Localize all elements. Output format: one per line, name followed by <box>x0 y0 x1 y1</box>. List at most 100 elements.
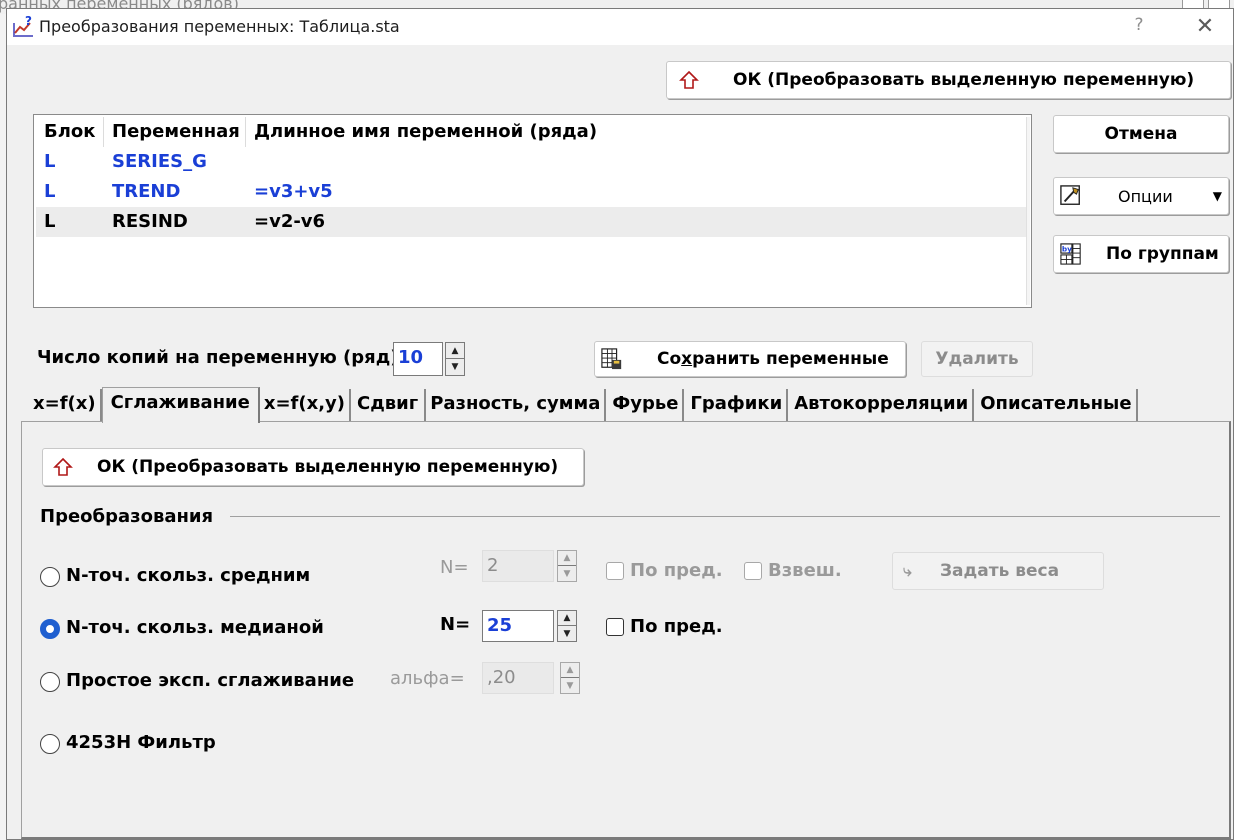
close-button[interactable]: ✕ <box>1191 13 1219 41</box>
by-group-label: По группам <box>1106 244 1219 264</box>
exp-smoothing-label[interactable]: Простое эксп. сглаживание <box>66 670 354 691</box>
table-row[interactable]: L SERIES_G <box>36 147 1028 177</box>
ma-weighted-label[interactable]: Взвеш. <box>768 560 842 581</box>
ok-transform-button[interactable]: ОК (Преобразовать выделенную переменную) <box>666 61 1231 99</box>
mm-n-label: N= <box>440 614 471 635</box>
stepper-up-icon[interactable]: ▲ <box>561 663 579 678</box>
radio-exp-smoothing[interactable] <box>40 672 60 692</box>
save-variables-label: Сохранить переменные <box>657 349 889 369</box>
variables-list[interactable]: Блок Переменная Длинное имя переменной (… <box>33 114 1032 308</box>
alpha-stepper[interactable]: ▲ ▼ <box>560 662 580 694</box>
row-block: L <box>44 181 56 202</box>
column-header-long-name[interactable]: Длинное имя переменной (ряда) <box>246 117 1026 147</box>
save-variables-button[interactable]: Сохранить переменные <box>594 341 906 377</box>
radio-moving-median[interactable] <box>40 619 60 639</box>
filter-4253h-label[interactable]: 4253H Фильтр <box>66 732 216 753</box>
delete-button[interactable]: Удалить <box>921 341 1033 377</box>
tab-strip: x=f(x) Сглаживание x=f(x,y) Сдвиг Разнос… <box>25 387 1138 423</box>
alpha-input[interactable]: ,20 <box>482 662 554 694</box>
delete-label: Удалить <box>935 349 1019 369</box>
transformations-group-title: Преобразования <box>40 506 214 527</box>
row-variable: SERIES_G <box>112 151 207 172</box>
stepper-down-icon[interactable]: ▼ <box>558 626 576 641</box>
window-title: Преобразования переменных: Таблица.sta <box>39 17 400 36</box>
return-arrow-icon <box>53 457 73 476</box>
group-divider <box>230 516 1220 517</box>
ma-weighted-checkbox[interactable] <box>744 562 762 580</box>
tab-x-fxy[interactable]: x=f(x,y) <box>259 389 352 421</box>
row-variable: RESIND <box>112 211 188 232</box>
panel-ok-label: ОК (Преобразовать выделенную переменную) <box>97 457 559 477</box>
ma-n-label: N= <box>440 557 469 578</box>
copies-stepper[interactable]: ▲ ▼ <box>445 342 465 376</box>
tab-descriptive[interactable]: Описательные <box>974 389 1138 421</box>
by-group-icon: by <box>1060 243 1081 265</box>
weights-cursor-icon: ⤷ <box>903 561 912 580</box>
tab-smoothing[interactable]: Сглаживание <box>101 387 260 423</box>
save-label-accel: х <box>681 349 693 369</box>
tab-fourier[interactable]: Фурье <box>606 389 685 421</box>
options-label: Опции <box>1118 186 1173 206</box>
stepper-up-icon[interactable]: ▲ <box>558 551 576 566</box>
stepper-up-icon[interactable]: ▲ <box>446 343 464 359</box>
set-weights-button[interactable]: ⤷ Задать веса <box>892 552 1104 590</box>
table-row[interactable]: L TREND =v3+v5 <box>36 177 1028 207</box>
moving-median-label[interactable]: N-точ. скольз. медианой <box>66 617 324 638</box>
radio-4253h-filter[interactable] <box>40 734 60 754</box>
app-chart-icon: ? <box>13 15 33 37</box>
stepper-down-icon[interactable]: ▼ <box>558 566 576 581</box>
table-row-selected[interactable]: L RESIND =v2-v6 <box>36 207 1028 237</box>
chevron-down-icon: ▼ <box>1212 189 1222 203</box>
stepper-down-icon[interactable]: ▼ <box>446 359 464 375</box>
moving-average-label[interactable]: N-точ. скольз. средним <box>66 565 310 586</box>
mm-n-input[interactable]: 25 <box>482 610 554 642</box>
ma-n-input[interactable]: 2 <box>482 550 554 582</box>
copies-label: Число копий на переменную (ряд): <box>37 347 406 368</box>
panel-ok-transform-button[interactable]: ОК (Преобразовать выделенную переменную) <box>42 448 584 486</box>
return-arrow-icon <box>679 70 699 89</box>
title-bar: ? Преобразования переменных: Таблица.sta… <box>7 9 1233 45</box>
set-weights-label: Задать веса <box>939 561 1060 581</box>
copies-input[interactable]: 10 <box>393 342 443 376</box>
smoothing-panel: ОК (Преобразовать выделенную переменную)… <box>21 421 1231 839</box>
transformations-dialog: ? Преобразования переменных: Таблица.sta… <box>6 8 1234 840</box>
save-label-rest: ранить переменные <box>692 349 889 369</box>
radio-moving-average[interactable] <box>40 567 60 587</box>
row-variable: TREND <box>112 181 181 202</box>
mm-prior-label[interactable]: По пред. <box>630 616 723 637</box>
stepper-up-icon[interactable]: ▲ <box>558 611 576 626</box>
cancel-button[interactable]: Отмена <box>1053 115 1229 153</box>
ma-prior-label[interactable]: По пред. <box>630 560 723 581</box>
variables-list-content: Блок Переменная Длинное имя переменной (… <box>36 117 1028 305</box>
column-header-block[interactable]: Блок <box>36 117 104 147</box>
list-scrollbar[interactable] <box>1026 117 1030 305</box>
mm-n-stepper[interactable]: ▲ ▼ <box>557 610 577 642</box>
options-dropdown-button[interactable]: Опции ▼ <box>1053 177 1229 215</box>
mm-prior-checkbox[interactable] <box>606 618 624 636</box>
row-long-name: =v2-v6 <box>254 211 326 232</box>
ma-n-stepper[interactable]: ▲ ▼ <box>557 550 577 582</box>
cancel-label: Отмена <box>1104 124 1178 144</box>
tab-shift[interactable]: Сдвиг <box>351 389 427 421</box>
spreadsheet-save-icon <box>601 348 622 370</box>
save-label-part: Со <box>657 349 682 369</box>
ma-prior-checkbox[interactable] <box>606 562 624 580</box>
svg-text:?: ? <box>25 15 32 28</box>
tab-difference-sum[interactable]: Разность, сумма <box>426 389 607 421</box>
ok-transform-label: ОК (Преобразовать выделенную переменную) <box>733 70 1195 90</box>
help-button[interactable]: ? <box>1129 15 1149 39</box>
list-header: Блок Переменная Длинное имя переменной (… <box>36 117 1026 147</box>
row-long-name: =v3+v5 <box>254 181 333 202</box>
tab-autocorrelations[interactable]: Автокорреляции <box>788 389 975 421</box>
svg-text:by: by <box>1062 244 1072 253</box>
column-header-variable[interactable]: Переменная <box>104 117 246 147</box>
row-block: L <box>44 211 56 232</box>
options-tools-icon <box>1060 185 1080 205</box>
tab-x-fx[interactable]: x=f(x) <box>25 389 102 421</box>
row-block: L <box>44 151 56 172</box>
tab-graphs[interactable]: Графики <box>684 389 789 421</box>
by-group-button[interactable]: by По группам <box>1053 235 1229 273</box>
alpha-label: альфа= <box>390 668 465 689</box>
stepper-down-icon[interactable]: ▼ <box>561 678 579 693</box>
row-long-name <box>246 147 1026 177</box>
